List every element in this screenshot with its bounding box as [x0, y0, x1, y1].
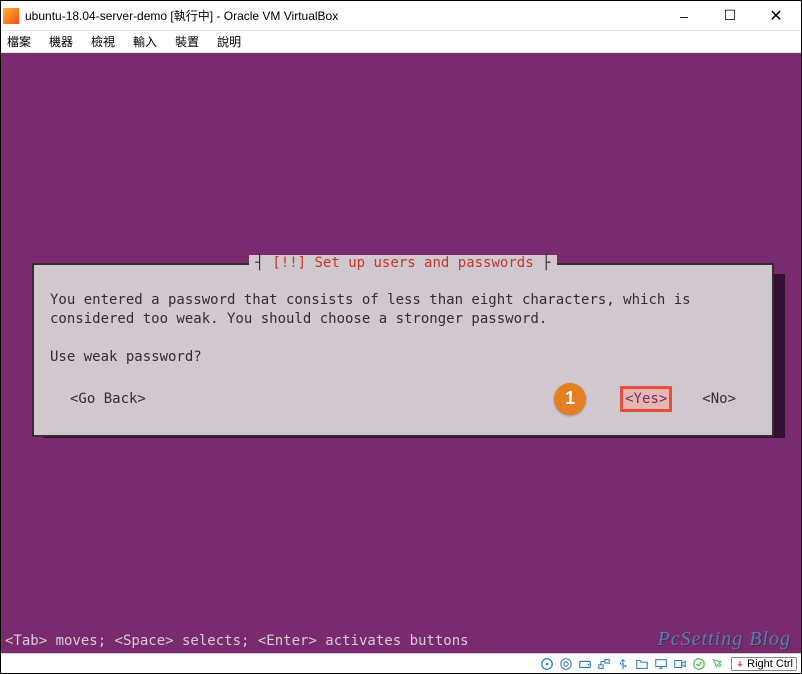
watermark: PcSetting Blog [658, 628, 791, 651]
guest-additions-icon[interactable] [691, 656, 707, 672]
dialog-body: You entered a password that consists of … [50, 291, 756, 329]
dialog-title: ┤ [!!] Set up users and passwords ├ [34, 255, 772, 271]
title-suffix: ├ [534, 255, 551, 271]
record-icon[interactable] [672, 656, 688, 672]
titlebar: ubuntu-18.04-server-demo [執行中] - Oracle … [1, 1, 801, 31]
usb-icon[interactable] [615, 656, 631, 672]
host-key-indicator[interactable]: Right Ctrl [731, 657, 797, 671]
window-title: ubuntu-18.04-server-demo [執行中] - Oracle … [25, 7, 661, 24]
dialog-buttons: <Go Back> 1 <Yes> <No> [50, 383, 756, 415]
app-icon [3, 8, 19, 24]
minimize-button[interactable]: – [661, 2, 707, 30]
arrow-down-icon [735, 659, 745, 669]
maximize-button[interactable]: ☐ [707, 2, 753, 30]
title-prefix: ┤ [255, 255, 272, 271]
display-icon[interactable] [653, 656, 669, 672]
disk-icon[interactable] [539, 656, 555, 672]
hard-disk-icon[interactable] [577, 656, 593, 672]
vm-screen[interactable]: ┤ [!!] Set up users and passwords ├ You … [1, 53, 801, 653]
menubar: 檔案 機器 檢視 輸入 裝置 說明 [1, 31, 801, 53]
statusbar: Right Ctrl [1, 653, 801, 673]
dialog-title-text: [!!] Set up users and passwords [272, 255, 533, 271]
go-back-button[interactable]: <Go Back> [70, 391, 146, 407]
optical-icon[interactable] [558, 656, 574, 672]
menu-devices[interactable]: 裝置 [175, 33, 199, 50]
callout-badge-1: 1 [554, 383, 586, 415]
mouse-capture-icon[interactable] [710, 656, 726, 672]
menu-file[interactable]: 檔案 [7, 33, 31, 50]
yes-button[interactable]: <Yes> [620, 386, 672, 412]
network-icon[interactable] [596, 656, 612, 672]
navigation-hint: <Tab> moves; <Space> selects; <Enter> ac… [5, 633, 469, 649]
host-key-label: Right Ctrl [747, 658, 793, 670]
menu-input[interactable]: 輸入 [133, 33, 157, 50]
menu-help[interactable]: 說明 [217, 33, 241, 50]
shared-folder-icon[interactable] [634, 656, 650, 672]
close-button[interactable]: ✕ [753, 2, 799, 30]
menu-machine[interactable]: 機器 [49, 33, 73, 50]
menu-view[interactable]: 檢視 [91, 33, 115, 50]
installer-dialog: ┤ [!!] Set up users and passwords ├ You … [32, 263, 774, 437]
no-button[interactable]: <No> [702, 391, 736, 407]
dialog-prompt: Use weak password? [50, 349, 756, 365]
